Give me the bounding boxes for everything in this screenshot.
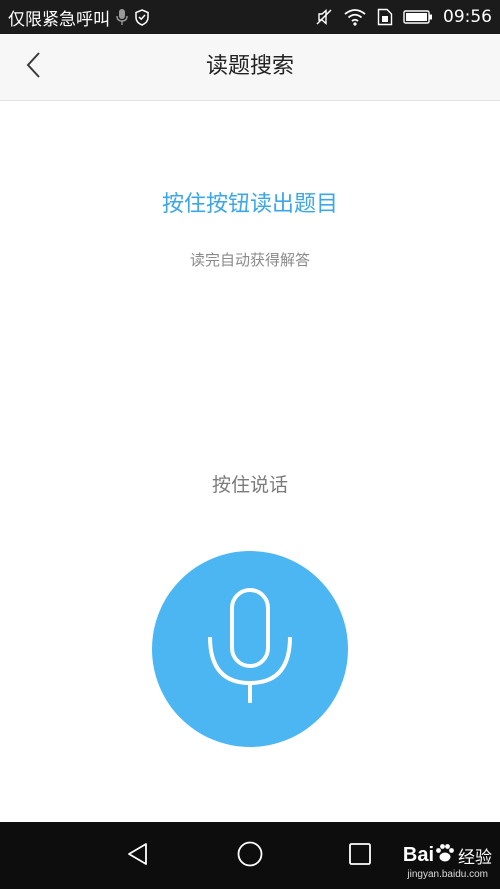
title-bar: 读题搜索: [0, 34, 500, 101]
sim-icon: [377, 8, 393, 26]
clock: 09:56: [443, 7, 492, 27]
watermark-suffix: 经验: [458, 847, 492, 868]
watermark-domain: jingyan.baidu.com: [407, 869, 488, 880]
hold-to-talk-button[interactable]: [152, 551, 348, 747]
page-title: 读题搜索: [205, 54, 294, 79]
back-button[interactable]: [14, 47, 54, 87]
nav-recents-button[interactable]: [340, 836, 380, 876]
nav-recents-icon: [348, 842, 372, 870]
wifi-icon: [343, 8, 367, 26]
instruction-heading: 按住按钮读出题目: [161, 192, 338, 217]
microphone-icon: [207, 587, 293, 711]
nav-back-icon: [125, 841, 151, 871]
nav-home-icon: [236, 840, 264, 872]
status-right: 09:56: [305, 0, 492, 34]
vibrate-mute-icon: [315, 8, 333, 26]
shield-icon: [134, 8, 150, 26]
hold-to-talk-label: 按住说话: [211, 474, 288, 496]
watermark-brand: Bai: [402, 843, 434, 866]
instruction-subtext: 读完自动获得解答: [189, 251, 310, 269]
chevron-left-icon: [24, 50, 44, 84]
carrier-text: 仅限紧急呼叫: [8, 9, 110, 30]
baidu-jingyan-watermark: Bai 经验: [403, 842, 492, 868]
battery-icon: [403, 9, 433, 25]
paw-icon: [434, 842, 456, 868]
mic-icon: [116, 8, 128, 26]
status-bar: 仅限紧急呼叫 09:56: [0, 0, 500, 34]
nav-home-button[interactable]: [230, 836, 270, 876]
status-left: 仅限紧急呼叫: [8, 0, 150, 34]
nav-back-button[interactable]: [118, 836, 158, 876]
